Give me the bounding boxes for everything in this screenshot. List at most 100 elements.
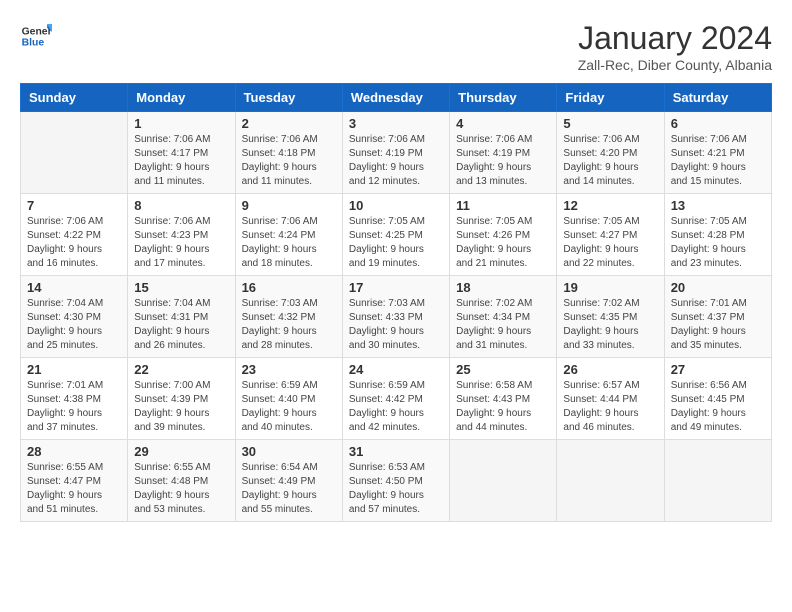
calendar-cell: 24Sunrise: 6:59 AMSunset: 4:42 PMDayligh… [342, 358, 449, 440]
calendar-cell: 2Sunrise: 7:06 AMSunset: 4:18 PMDaylight… [235, 112, 342, 194]
calendar-cell: 9 Sunrise: 7:06 AMSunset: 4:24 PMDaylight… [235, 194, 342, 276]
day-info: Sunrise: 7:06 AMSunset: 4:19 PMDaylight:… [349, 133, 443, 189]
calendar-cell: 19Sunrise: 7:02 AMSunset: 4:35 PMDayligh… [557, 276, 664, 358]
day-number: 11 [456, 198, 550, 213]
calendar-cell: 13 Sunrise: 7:05 AMSunset: 4:28 PMDayligh… [664, 194, 771, 276]
day-number: 28 [27, 444, 121, 459]
calendar-cell: 21Sunrise: 7:01 AMSunset: 4:38 PMDayligh… [21, 358, 128, 440]
day-number: 29 [134, 444, 228, 459]
day-info: Sunrise: 6:56 AMSunset: 4:45 PMDaylight:… [671, 379, 765, 435]
day-number: 25 [456, 362, 550, 377]
day-info: Sunrise: 6:59 AMSunset: 4:42 PMDaylight:… [349, 379, 443, 435]
weekday-header-cell: Friday [557, 84, 664, 112]
weekday-header-row: SundayMondayTuesdayWednesdayThursdayFrid… [21, 84, 772, 112]
calendar-cell: 31 Sunrise: 6:53 AMSunset: 4:50 PMDayligh… [342, 440, 449, 522]
calendar-cell: 12 Sunrise: 7:05 AMSunset: 4:27 PMDayligh… [557, 194, 664, 276]
day-info: Sunrise: 7:03 AMSunset: 4:33 PMDaylight:… [349, 297, 443, 353]
day-info: Sunrise: 7:06 AMSunset: 4:18 PMDaylight:… [242, 133, 336, 189]
calendar-cell: 26Sunrise: 6:57 AMSunset: 4:44 PMDayligh… [557, 358, 664, 440]
day-info: Sunrise: 6:55 AMSunset: 4:47 PMDaylight:… [27, 461, 121, 517]
calendar-cell: 25 Sunrise: 6:58 AMSunset: 4:43 PMDayligh… [450, 358, 557, 440]
day-number: 18 [456, 280, 550, 295]
day-info: Sunrise: 7:04 AMSunset: 4:30 PMDaylight:… [27, 297, 121, 353]
calendar-cell [450, 440, 557, 522]
day-number: 15 [134, 280, 228, 295]
calendar-cell [21, 112, 128, 194]
calendar-cell: 30Sunrise: 6:54 AMSunset: 4:49 PMDayligh… [235, 440, 342, 522]
calendar-week-row: 28 Sunrise: 6:55 AMSunset: 4:47 PMDayligh… [21, 440, 772, 522]
calendar-cell: 20 Sunrise: 7:01 AMSunset: 4:37 PMDayligh… [664, 276, 771, 358]
day-number: 12 [563, 198, 657, 213]
calendar-table: SundayMondayTuesdayWednesdayThursdayFrid… [20, 83, 772, 522]
day-info: Sunrise: 7:06 AMSunset: 4:22 PMDaylight:… [27, 215, 121, 271]
day-number: 13 [671, 198, 765, 213]
calendar-cell: 23Sunrise: 6:59 AMSunset: 4:40 PMDayligh… [235, 358, 342, 440]
day-info: Sunrise: 7:05 AMSunset: 4:25 PMDaylight:… [349, 215, 443, 271]
logo-icon: General Blue [20, 20, 52, 52]
day-info: Sunrise: 6:58 AMSunset: 4:43 PMDaylight:… [456, 379, 550, 435]
day-number: 1 [134, 116, 228, 131]
day-number: 31 [349, 444, 443, 459]
day-number: 6 [671, 116, 765, 131]
day-info: Sunrise: 7:05 AMSunset: 4:27 PMDaylight:… [563, 215, 657, 271]
calendar-body: 1 Sunrise: 7:06 AMSunset: 4:17 PMDaylight… [21, 112, 772, 522]
day-number: 21 [27, 362, 121, 377]
calendar-cell: 11 Sunrise: 7:05 AMSunset: 4:26 PMDayligh… [450, 194, 557, 276]
location-subtitle: Zall-Rec, Diber County, Albania [578, 57, 772, 73]
day-info: Sunrise: 7:00 AMSunset: 4:39 PMDaylight:… [134, 379, 228, 435]
day-number: 22 [134, 362, 228, 377]
calendar-week-row: 21Sunrise: 7:01 AMSunset: 4:38 PMDayligh… [21, 358, 772, 440]
calendar-cell [664, 440, 771, 522]
weekday-header-cell: Thursday [450, 84, 557, 112]
day-info: Sunrise: 6:53 AMSunset: 4:50 PMDaylight:… [349, 461, 443, 517]
logo: General Blue [20, 20, 52, 52]
day-number: 7 [27, 198, 121, 213]
day-info: Sunrise: 7:01 AMSunset: 4:37 PMDaylight:… [671, 297, 765, 353]
day-info: Sunrise: 7:02 AMSunset: 4:34 PMDaylight:… [456, 297, 550, 353]
calendar-cell: 28 Sunrise: 6:55 AMSunset: 4:47 PMDayligh… [21, 440, 128, 522]
day-info: Sunrise: 7:05 AMSunset: 4:28 PMDaylight:… [671, 215, 765, 271]
calendar-cell: 18 Sunrise: 7:02 AMSunset: 4:34 PMDayligh… [450, 276, 557, 358]
calendar-cell: 17 Sunrise: 7:03 AMSunset: 4:33 PMDayligh… [342, 276, 449, 358]
day-number: 27 [671, 362, 765, 377]
day-info: Sunrise: 6:57 AMSunset: 4:44 PMDaylight:… [563, 379, 657, 435]
day-info: Sunrise: 7:03 AMSunset: 4:32 PMDaylight:… [242, 297, 336, 353]
calendar-cell: 3 Sunrise: 7:06 AMSunset: 4:19 PMDaylight… [342, 112, 449, 194]
day-number: 16 [242, 280, 336, 295]
calendar-cell: 22 Sunrise: 7:00 AMSunset: 4:39 PMDayligh… [128, 358, 235, 440]
weekday-header-cell: Monday [128, 84, 235, 112]
month-title: January 2024 [578, 20, 772, 57]
title-block: January 2024 Zall-Rec, Diber County, Alb… [578, 20, 772, 73]
calendar-cell: 27 Sunrise: 6:56 AMSunset: 4:45 PMDayligh… [664, 358, 771, 440]
calendar-cell: 29 Sunrise: 6:55 AMSunset: 4:48 PMDayligh… [128, 440, 235, 522]
weekday-header-cell: Wednesday [342, 84, 449, 112]
day-info: Sunrise: 7:06 AMSunset: 4:24 PMDaylight:… [242, 215, 336, 271]
day-info: Sunrise: 7:05 AMSunset: 4:26 PMDaylight:… [456, 215, 550, 271]
svg-text:Blue: Blue [22, 38, 45, 49]
weekday-header-cell: Saturday [664, 84, 771, 112]
day-info: Sunrise: 7:06 AMSunset: 4:19 PMDaylight:… [456, 133, 550, 189]
day-number: 14 [27, 280, 121, 295]
day-info: Sunrise: 6:55 AMSunset: 4:48 PMDaylight:… [134, 461, 228, 517]
calendar-cell: 4Sunrise: 7:06 AMSunset: 4:19 PMDaylight… [450, 112, 557, 194]
day-number: 9 [242, 198, 336, 213]
calendar-week-row: 7 Sunrise: 7:06 AMSunset: 4:22 PMDaylight… [21, 194, 772, 276]
day-info: Sunrise: 7:02 AMSunset: 4:35 PMDaylight:… [563, 297, 657, 353]
calendar-cell: 1 Sunrise: 7:06 AMSunset: 4:17 PMDaylight… [128, 112, 235, 194]
calendar-cell [557, 440, 664, 522]
day-info: Sunrise: 7:06 AMSunset: 4:23 PMDaylight:… [134, 215, 228, 271]
day-info: Sunrise: 6:54 AMSunset: 4:49 PMDaylight:… [242, 461, 336, 517]
day-number: 20 [671, 280, 765, 295]
day-number: 3 [349, 116, 443, 131]
calendar-cell: 8Sunrise: 7:06 AMSunset: 4:23 PMDaylight… [128, 194, 235, 276]
day-info: Sunrise: 7:06 AMSunset: 4:17 PMDaylight:… [134, 133, 228, 189]
calendar-cell: 14 Sunrise: 7:04 AMSunset: 4:30 PMDayligh… [21, 276, 128, 358]
day-number: 17 [349, 280, 443, 295]
calendar-cell: 16 Sunrise: 7:03 AMSunset: 4:32 PMDayligh… [235, 276, 342, 358]
page-header: General Blue January 2024 Zall-Rec, Dibe… [20, 20, 772, 73]
day-info: Sunrise: 7:04 AMSunset: 4:31 PMDaylight:… [134, 297, 228, 353]
calendar-cell: 15 Sunrise: 7:04 AMSunset: 4:31 PMDayligh… [128, 276, 235, 358]
day-info: Sunrise: 7:06 AMSunset: 4:21 PMDaylight:… [671, 133, 765, 189]
day-info: Sunrise: 7:06 AMSunset: 4:20 PMDaylight:… [563, 133, 657, 189]
weekday-header-cell: Tuesday [235, 84, 342, 112]
